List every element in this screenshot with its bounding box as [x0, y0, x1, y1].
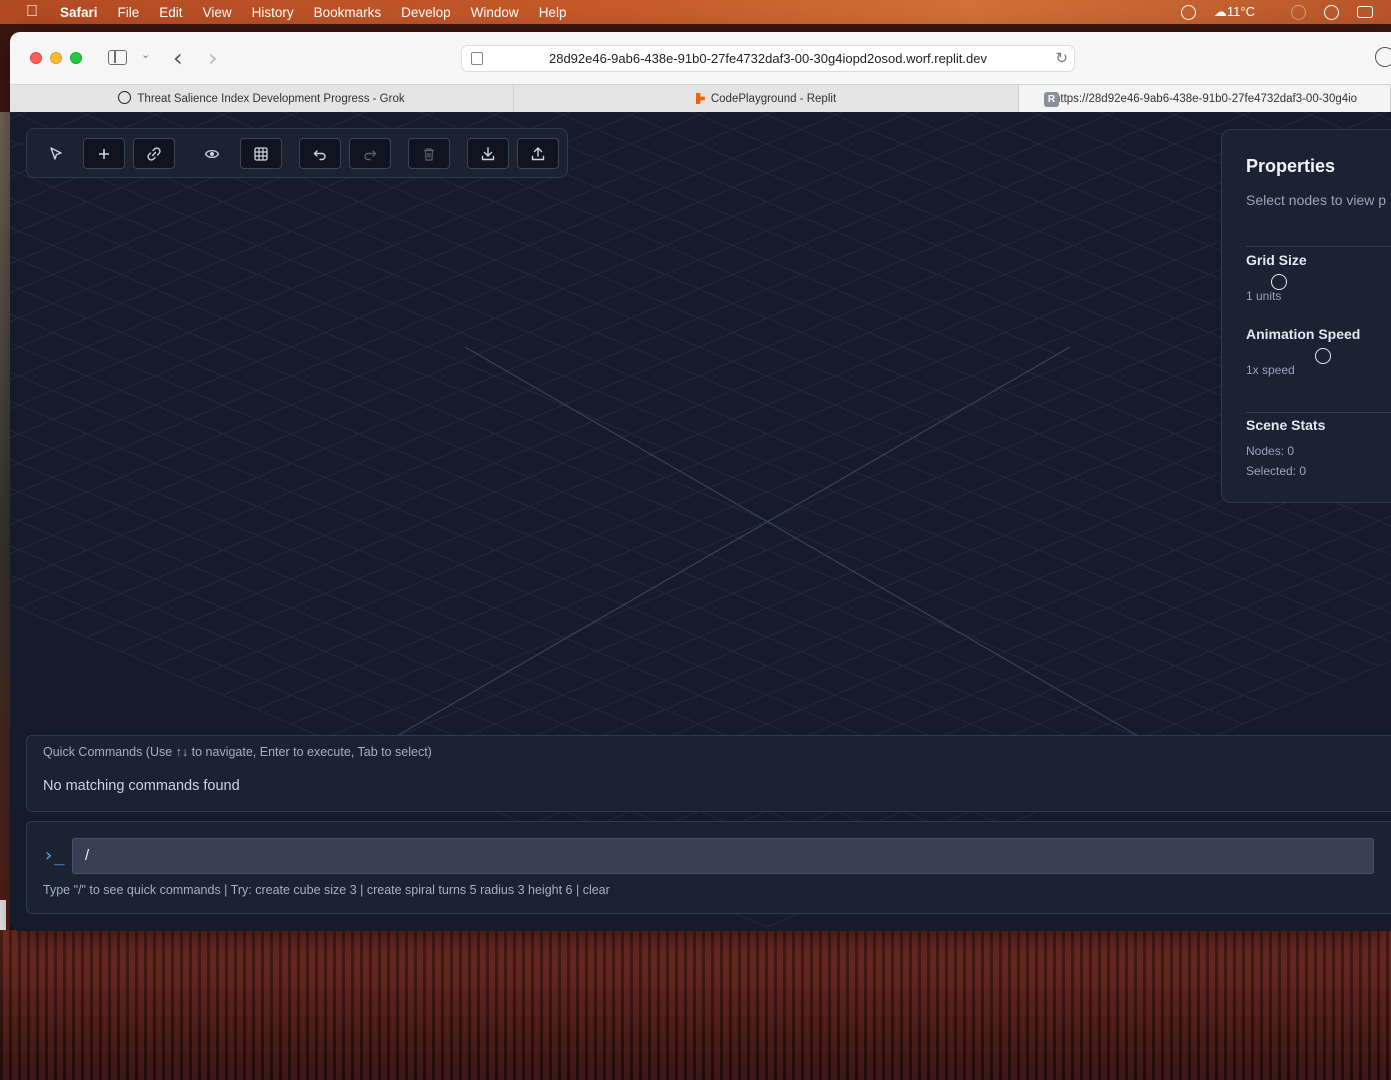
scene-stats-label: Scene Stats — [1246, 417, 1326, 433]
quick-commands-header: Quick Commands (Use ↑↓ to navigate, Ente… — [43, 745, 432, 759]
animation-speed-value: 1x speed — [1246, 363, 1295, 377]
reload-icon[interactable]: ↻ — [1055, 46, 1068, 71]
forward-button[interactable]: › — [208, 44, 218, 72]
grid-icon — [254, 146, 268, 161]
menu-bar:  Safari File Edit View History Bookmark… — [0, 0, 1391, 24]
download-icon — [481, 146, 495, 160]
select-icon — [50, 146, 62, 160]
command-console: ›_ / Type "/" to see quick commands | Tr… — [26, 821, 1391, 914]
animation-speed-label: Animation Speed — [1246, 326, 1361, 342]
tab-bar: Threat Salience Index Development Progre… — [10, 84, 1391, 113]
minimize-window-button[interactable] — [50, 52, 62, 64]
add-node-button[interactable] — [83, 138, 125, 169]
upload-icon — [531, 146, 545, 160]
divider — [1246, 246, 1391, 247]
quick-commands-empty: No matching commands found — [43, 778, 240, 794]
command-hint: Type "/" to see quick commands | Try: cr… — [43, 883, 610, 897]
apple-icon[interactable]:  — [26, 4, 40, 20]
animation-speed-slider[interactable] — [1315, 348, 1331, 364]
tab-title: Threat Salience Index Development Progre… — [137, 93, 405, 105]
downloads-icon[interactable] — [1375, 47, 1391, 67]
chevron-down-icon[interactable]: ⌄ — [141, 48, 150, 61]
selected-count: Selected: 0 — [1246, 464, 1307, 478]
chatgpt-icon[interactable] — [1180, 4, 1196, 20]
grid-size-value: 1 units — [1246, 289, 1282, 303]
airdrop-icon[interactable] — [1291, 4, 1306, 20]
eye-icon — [204, 149, 220, 158]
tab-replit[interactable]: CodePlayground - Replit — [514, 85, 1019, 113]
scene-viewport[interactable]: Properties Select nodes to view p Grid S… — [10, 112, 1391, 931]
grok-icon — [118, 91, 132, 104]
grid-size-label: Grid Size — [1246, 252, 1307, 268]
undo-icon — [313, 149, 326, 160]
control-center-icon[interactable] — [1357, 6, 1373, 18]
nodes-count: Nodes: 0 — [1246, 444, 1295, 458]
quick-commands-panel: Quick Commands (Use ↑↓ to navigate, Ente… — [26, 735, 1391, 812]
tab-title: CodePlayground - Replit — [710, 93, 837, 105]
import-button[interactable] — [517, 138, 559, 169]
menu-history[interactable]: History — [252, 5, 294, 20]
toggle-grid-button[interactable] — [240, 138, 282, 169]
info-icon[interactable] — [1324, 4, 1339, 20]
browser-toolbar: ⌄ ‹ › 28d92e46-9ab6-438e-91b0-27fe4732da… — [10, 32, 1391, 84]
undo-button[interactable] — [299, 138, 341, 169]
url-text: 28d92e46-9ab6-438e-91b0-27fe4732daf3-00-… — [548, 51, 987, 66]
tab-title: https://28d92e46-9ab6-438e-91b0-27fe4732… — [1054, 93, 1358, 105]
properties-subtitle: Select nodes to view p — [1246, 192, 1387, 208]
select-tool-button[interactable] — [35, 138, 77, 169]
weather-icon[interactable]: ☁11°C — [1214, 4, 1273, 20]
r-icon: R — [1044, 92, 1059, 107]
properties-panel: Properties Select nodes to view p Grid S… — [1221, 129, 1391, 503]
menu-develop[interactable]: Develop — [401, 5, 451, 20]
desktop-wallpaper-left — [0, 112, 10, 932]
address-bar[interactable]: 28d92e46-9ab6-438e-91b0-27fe4732daf3-00-… — [461, 45, 1075, 72]
toggle-visibility-button[interactable] — [191, 138, 233, 169]
weather-temp: 11°C — [1226, 4, 1255, 19]
menu-file[interactable]: File — [118, 5, 140, 20]
safari-window: ⌄ ‹ › 28d92e46-9ab6-438e-91b0-27fe4732da… — [10, 32, 1391, 931]
menu-window[interactable]: Window — [471, 5, 519, 20]
export-button[interactable] — [467, 138, 509, 169]
grid-size-slider[interactable] — [1271, 274, 1287, 290]
menu-app-name[interactable]: Safari — [60, 5, 98, 20]
terminal-prompt-icon: ›_ — [43, 845, 65, 866]
redo-button[interactable] — [349, 138, 391, 169]
close-window-button[interactable] — [30, 52, 42, 64]
tab-grok[interactable]: Threat Salience Index Development Progre… — [10, 85, 514, 113]
sidebar-toggle-icon[interactable] — [108, 50, 127, 65]
desktop-wallpaper — [0, 930, 1391, 1080]
command-input[interactable]: / — [72, 838, 1374, 874]
replit-icon — [695, 93, 705, 104]
link-icon — [147, 146, 161, 161]
page-settings-icon[interactable] — [471, 52, 483, 65]
trash-icon — [424, 147, 434, 161]
add-icon — [99, 148, 109, 159]
redo-icon — [364, 149, 377, 160]
delete-button[interactable] — [408, 138, 450, 169]
divider — [1246, 412, 1391, 413]
scene-toolbar — [26, 128, 568, 178]
zoom-window-button[interactable] — [70, 52, 82, 64]
menu-bookmarks[interactable]: Bookmarks — [314, 5, 382, 20]
properties-title: Properties — [1246, 156, 1336, 176]
menu-view[interactable]: View — [203, 5, 232, 20]
tab-active-app[interactable]: Rhttps://28d92e46-9ab6-438e-91b0-27fe473… — [1019, 85, 1391, 113]
menu-help[interactable]: Help — [539, 5, 567, 20]
link-nodes-button[interactable] — [133, 138, 175, 169]
menu-edit[interactable]: Edit — [159, 5, 182, 20]
back-button[interactable]: ‹ — [173, 44, 183, 72]
